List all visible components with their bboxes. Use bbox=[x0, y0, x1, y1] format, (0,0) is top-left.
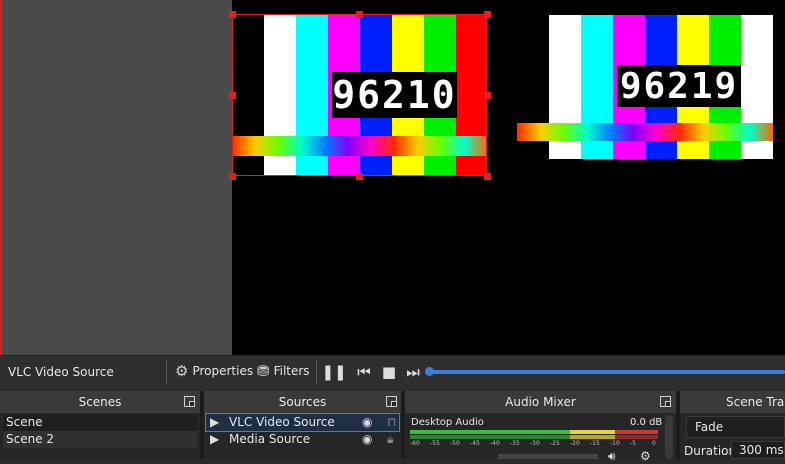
db-tick: -45 bbox=[470, 440, 480, 447]
seek-bar[interactable] bbox=[428, 370, 785, 374]
volume-meter-yellow bbox=[570, 430, 615, 434]
db-tick: -35 bbox=[510, 440, 520, 447]
db-tick: -40 bbox=[490, 440, 500, 447]
preview-background bbox=[0, 0, 232, 355]
resize-handle[interactable] bbox=[484, 11, 491, 18]
resize-handle[interactable] bbox=[484, 173, 491, 180]
right-clock-digits: 96219 bbox=[617, 65, 741, 107]
db-tick: -20 bbox=[570, 440, 580, 447]
db-tick: -50 bbox=[450, 440, 460, 447]
unlock-icon[interactable]: ⊓ bbox=[387, 414, 396, 431]
db-tick: -55 bbox=[430, 440, 440, 447]
db-tick: -10 bbox=[610, 440, 620, 447]
duration-input[interactable]: 300 ms bbox=[731, 441, 785, 459]
previous-button[interactable]: ⏮ bbox=[354, 362, 374, 382]
resize-handle[interactable] bbox=[484, 92, 491, 99]
sources-title: Sources bbox=[204, 391, 401, 413]
transitions-title: Scene Transi bbox=[680, 391, 785, 413]
duration-value: 300 ms bbox=[739, 443, 784, 457]
source-item-media[interactable]: ▶ Media Source ◉ 🔒︎ bbox=[206, 431, 399, 448]
resize-handle[interactable] bbox=[356, 173, 363, 180]
selected-source-label: VLC Video Source bbox=[8, 365, 114, 379]
skip-back-icon: ⏮ bbox=[357, 363, 371, 381]
channel-name: Desktop Audio bbox=[411, 417, 484, 428]
volume-meter-yellow bbox=[570, 435, 615, 439]
play-icon: ▶ bbox=[210, 415, 220, 429]
toolbar-divider bbox=[166, 360, 167, 384]
rainbow-strip bbox=[517, 123, 773, 141]
db-tick: -60 bbox=[410, 440, 420, 447]
gear-icon: ⚙ bbox=[175, 362, 189, 380]
source-label: VLC Video Source bbox=[229, 415, 335, 429]
scenes-list: Scene Scene 2 bbox=[3, 414, 197, 448]
source-label: Media Source bbox=[229, 432, 311, 446]
next-button[interactable]: ⏭ bbox=[403, 362, 423, 382]
sources-list: ▶ VLC Video Source ◉ ⊓ ▶ Media Source ◉ … bbox=[205, 413, 400, 448]
properties-button[interactable]: ⚙ Properties bbox=[175, 362, 253, 380]
eye-icon[interactable]: ◉ bbox=[362, 431, 372, 448]
volume-meter-red bbox=[615, 435, 658, 439]
db-tick: 0 bbox=[652, 440, 656, 447]
dock-float-icon[interactable] bbox=[386, 396, 397, 407]
dock-float-icon[interactable] bbox=[660, 396, 671, 407]
lock-icon[interactable]: 🔒︎ bbox=[387, 431, 393, 448]
resize-handle[interactable] bbox=[356, 11, 363, 18]
transition-type: Fade bbox=[695, 420, 724, 434]
filters-label: Filters bbox=[273, 364, 310, 378]
scene-item[interactable]: Scene bbox=[3, 414, 197, 431]
db-tick: -5 bbox=[630, 440, 636, 447]
play-icon: ▶ bbox=[210, 432, 220, 446]
properties-label: Properties bbox=[192, 364, 254, 378]
db-tick: -15 bbox=[590, 440, 600, 447]
scenes-title: Scenes bbox=[0, 391, 200, 413]
speaker-icon[interactable]: 🔊︎ bbox=[608, 449, 616, 464]
filter-icon: ⛃ bbox=[257, 362, 270, 380]
source-item-vlc[interactable]: ▶ VLC Video Source ◉ ⊓ bbox=[205, 413, 400, 432]
volume-slider[interactable] bbox=[498, 454, 598, 459]
pause-button[interactable]: ❚❚ bbox=[321, 362, 347, 382]
channel-level: 0.0 dB bbox=[630, 417, 663, 428]
skip-forward-icon: ⏭ bbox=[406, 363, 420, 381]
duration-label: Duration bbox=[684, 444, 737, 458]
eye-icon[interactable]: ◉ bbox=[362, 414, 372, 431]
gear-icon[interactable]: ⚙ bbox=[640, 449, 651, 463]
db-tick: -25 bbox=[550, 440, 560, 447]
pause-icon: ❚❚ bbox=[321, 363, 347, 381]
toolbar-divider bbox=[316, 360, 317, 384]
resize-handle[interactable] bbox=[229, 173, 236, 180]
window-border bbox=[0, 0, 2, 355]
mixer-scrollbar[interactable] bbox=[665, 415, 673, 459]
volume-meter-green bbox=[410, 435, 570, 439]
transition-select[interactable]: Fade bbox=[686, 416, 785, 438]
filters-button[interactable]: ⛃ Filters bbox=[257, 362, 310, 380]
audio-mixer-title: Audio Mixer bbox=[405, 391, 676, 413]
resize-handle[interactable] bbox=[229, 11, 236, 18]
dock-float-icon[interactable] bbox=[184, 396, 195, 407]
scene-item[interactable]: Scene 2 bbox=[3, 431, 197, 448]
vlc-video-source-item[interactable]: 96210 bbox=[232, 14, 487, 176]
seek-handle[interactable] bbox=[425, 367, 434, 376]
stop-button[interactable]: ■ bbox=[379, 362, 399, 382]
db-scale: -60 -55 -50 -45 -40 -35 -30 -25 -20 -15 … bbox=[410, 440, 660, 448]
resize-handle[interactable] bbox=[229, 92, 236, 99]
db-tick: -30 bbox=[530, 440, 540, 447]
volume-meter-red bbox=[615, 430, 658, 434]
volume-meter-green bbox=[410, 430, 570, 434]
stop-icon: ■ bbox=[381, 363, 397, 381]
